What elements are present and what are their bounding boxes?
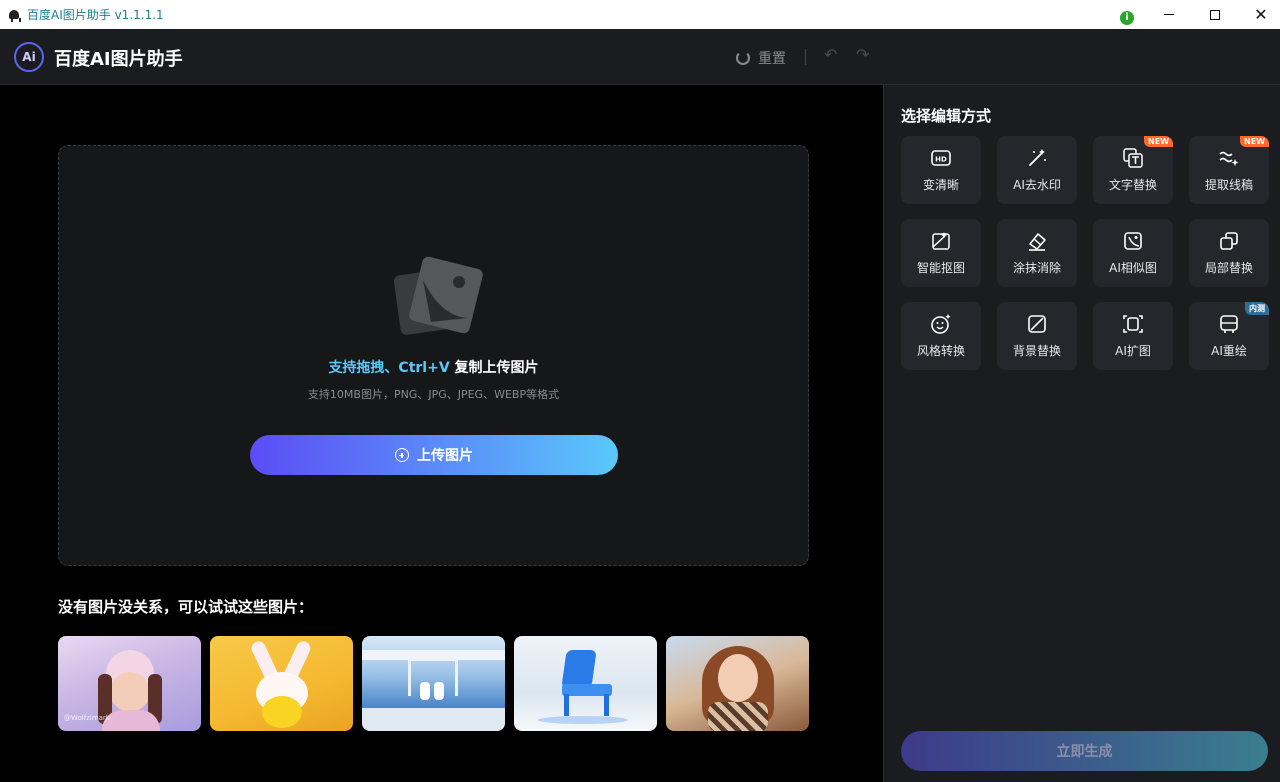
tool-label: AI相似图 xyxy=(1109,261,1157,275)
samples-title: 没有图片没关系，可以试试这些图片： xyxy=(58,598,314,616)
tool-similar-image[interactable]: AI相似图 xyxy=(1093,219,1173,287)
tool-label: AI去水印 xyxy=(1013,178,1061,192)
partial-replace-icon xyxy=(1220,232,1238,250)
close-button[interactable]: ✕ xyxy=(1238,0,1280,29)
cutout-icon xyxy=(932,232,950,250)
svg-text:HD: HD xyxy=(935,156,947,164)
tool-style-transfer[interactable]: 风格转换 xyxy=(901,302,981,370)
reset-button[interactable]: 重置 xyxy=(736,48,786,68)
upload-instruction: 支持拖拽、Ctrl+V 复制上传图片 xyxy=(59,357,808,377)
expand-image-icon xyxy=(1123,315,1143,333)
tool-expand-image[interactable]: AI扩图 xyxy=(1093,302,1173,370)
upload-instruction-rest: 复制上传图片 xyxy=(449,360,539,376)
main-canvas: 支持拖拽、Ctrl+V 复制上传图片 支持10MB图片，PNG、JPG、JPEG… xyxy=(0,85,883,782)
tool-label: 提取线稿 xyxy=(1204,178,1253,192)
upload-format-hint: 支持10MB图片，PNG、JPG、JPEG、WEBP等格式 xyxy=(307,388,560,401)
tool-label: 局部替换 xyxy=(1204,261,1253,275)
tool-label: 背景替换 xyxy=(1012,344,1061,358)
maximize-icon xyxy=(1210,9,1220,20)
tool-label: 文字替换 xyxy=(1108,178,1157,192)
sample-image-glass-chair[interactable] xyxy=(514,636,657,731)
app-header: Ai 百度AI图片助手 重置 ↶ ↷ xyxy=(0,29,1280,85)
upload-button-label: 上传图片 xyxy=(417,448,473,464)
tool-label: 涂抹消除 xyxy=(1012,261,1061,275)
maximize-button[interactable] xyxy=(1192,0,1238,29)
minimize-icon xyxy=(1164,14,1174,15)
tool-label: AI扩图 xyxy=(1115,344,1151,358)
tool-label: 风格转换 xyxy=(916,344,965,358)
eraser-icon xyxy=(1029,233,1046,251)
similar-image-icon xyxy=(1124,232,1142,250)
tool-enhance[interactable]: HD 变清晰 xyxy=(901,136,981,204)
app-robot-icon xyxy=(7,8,21,22)
redraw-icon xyxy=(1220,315,1238,333)
sample-image-pool-scene[interactable] xyxy=(362,636,505,731)
tool-label: 变清晰 xyxy=(922,178,959,192)
upload-instruction-highlight: 支持拖拽、Ctrl+V xyxy=(328,360,450,376)
reset-label: 重置 xyxy=(758,51,786,67)
sample-image-bunny[interactable] xyxy=(210,636,353,731)
upload-dropzone[interactable]: 支持拖拽、Ctrl+V 复制上传图片 支持10MB图片，PNG、JPG、JPEG… xyxy=(58,145,809,566)
beta-badge: 内测 xyxy=(1245,302,1269,315)
minimize-button[interactable] xyxy=(1146,0,1192,29)
sample-image-girl-with-hat[interactable]: @Wolfzimark xyxy=(58,636,201,731)
refresh-icon xyxy=(736,51,750,65)
window-title: 百度AI图片助手 v1.1.1.1 xyxy=(27,8,164,22)
tool-remove-watermark[interactable]: AI去水印 xyxy=(997,136,1077,204)
tool-smear-erase[interactable]: 涂抹消除 xyxy=(997,219,1077,287)
panel-title: 选择编辑方式 xyxy=(901,107,992,125)
tool-partial-replace[interactable]: 局部替换 xyxy=(1189,219,1269,287)
window-titlebar: 百度AI图片助手 v1.1.1.1 i ✕ xyxy=(0,0,1280,29)
sample-images-list: @Wolfzimark xyxy=(58,636,809,731)
info-status-icon[interactable]: i xyxy=(1120,11,1134,25)
redo-icon[interactable]: ↷ xyxy=(856,45,869,64)
undo-icon[interactable]: ↶ xyxy=(824,45,837,64)
tool-label: AI重绘 xyxy=(1211,344,1247,358)
tool-extract-line-art[interactable]: 提取线稿 NEW xyxy=(1189,136,1269,204)
close-icon: ✕ xyxy=(1254,4,1268,24)
text-replace-icon xyxy=(1123,148,1143,168)
app-name: 百度AI图片助手 xyxy=(54,49,183,70)
style-transfer-icon xyxy=(931,314,951,334)
tool-grid: HD 变清晰 AI去水印 文字替换 NEW 提取线稿 NEW 智能抠图 涂抹消除… xyxy=(901,136,1269,370)
app-logo: Ai xyxy=(14,42,44,72)
edit-panel: 选择编辑方式 HD 变清晰 AI去水印 文字替换 NEW 提取线稿 NEW 智能… xyxy=(883,85,1280,782)
tool-label: 智能抠图 xyxy=(916,261,965,275)
magic-wand-icon xyxy=(1029,149,1046,166)
divider xyxy=(805,49,806,65)
new-badge: NEW xyxy=(1240,136,1269,147)
background-replace-icon xyxy=(1028,315,1046,333)
tool-text-replace[interactable]: 文字替换 NEW xyxy=(1093,136,1173,204)
hd-icon: HD xyxy=(931,150,951,166)
new-badge: NEW xyxy=(1144,136,1173,147)
tool-redraw[interactable]: AI重绘 内测 xyxy=(1189,302,1269,370)
line-art-icon xyxy=(1219,151,1239,166)
tool-smart-cutout[interactable]: 智能抠图 xyxy=(901,219,981,287)
plus-circle-icon xyxy=(395,448,409,462)
image-placeholder-icon xyxy=(393,256,483,335)
tool-background-replace[interactable]: 背景替换 xyxy=(997,302,1077,370)
upload-image-button[interactable]: 上传图片 xyxy=(250,435,618,475)
sample-image-woman-with-scarf[interactable] xyxy=(666,636,809,731)
generate-button[interactable]: 立即生成 xyxy=(901,731,1268,771)
sample-watermark: @Wolfzimark xyxy=(64,714,110,722)
